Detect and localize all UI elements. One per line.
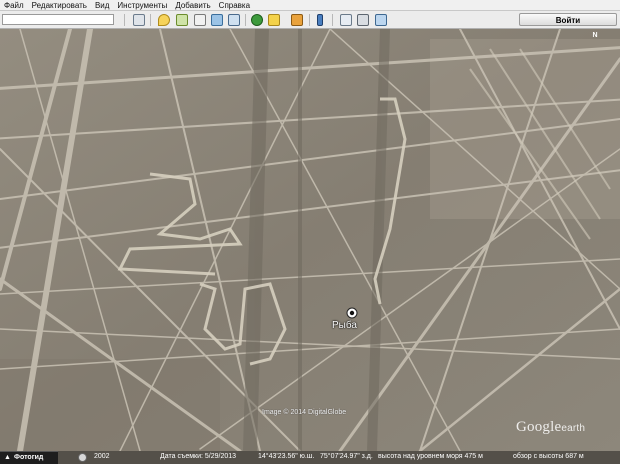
tour-icon[interactable] xyxy=(228,14,240,26)
photo-tour-label: Фотогид xyxy=(14,454,44,461)
status-bar: 2002 Дата съемки: 5/29/2013 14°43'23.56"… xyxy=(0,451,620,464)
menu-tools[interactable]: Инструменты xyxy=(113,0,171,11)
satellite-imagery xyxy=(0,29,620,451)
map-view[interactable] xyxy=(0,29,620,451)
toolbar: Войти xyxy=(0,11,620,29)
toolbar-separator xyxy=(309,14,310,26)
toolbar-separator xyxy=(332,14,333,26)
historical-year[interactable]: 2002 xyxy=(94,453,110,460)
toolbar-separator xyxy=(124,14,125,26)
toolbar-separator xyxy=(245,14,246,26)
photo-tour-tab[interactable]: ▲ Фотогид xyxy=(0,451,58,464)
image-overlay-icon[interactable] xyxy=(211,14,223,26)
placemark-icon[interactable] xyxy=(158,14,170,26)
google-earth-logo: Googleearth xyxy=(516,419,585,436)
imagery-credit: Image © 2014 DigitalGlobe xyxy=(262,409,347,416)
elevation-readout: высота над уровнем моря 475 м xyxy=(378,453,483,460)
menu-view[interactable]: Вид xyxy=(91,0,113,11)
placemark-pin-icon[interactable] xyxy=(346,307,358,319)
print-icon[interactable] xyxy=(357,14,369,26)
polygon-icon[interactable] xyxy=(176,14,188,26)
historical-imagery-clock-icon[interactable] xyxy=(78,453,87,462)
email-icon[interactable] xyxy=(340,14,352,26)
longitude-readout: 75°07'24.97" з.д. xyxy=(320,453,373,460)
sun-icon[interactable] xyxy=(268,14,280,26)
capture-date: Дата съемки: 5/29/2013 xyxy=(160,453,237,460)
planets-icon[interactable] xyxy=(291,14,303,26)
sidebar-icon[interactable] xyxy=(133,14,145,26)
latitude-readout: 14°43'23.56" ю.ш. xyxy=(258,453,315,460)
toolbar-separator xyxy=(150,14,151,26)
login-button[interactable]: Войти xyxy=(519,13,617,26)
logo-earth-text: earth xyxy=(561,423,586,434)
eye-altitude-readout: обзор с высоты 687 м xyxy=(513,453,584,460)
menu-edit[interactable]: Редактировать xyxy=(28,0,91,11)
expand-up-icon: ▲ xyxy=(4,454,11,461)
historical-imagery-icon[interactable] xyxy=(251,14,263,26)
menu-help[interactable]: Справка xyxy=(215,0,254,11)
view-in-maps-icon[interactable] xyxy=(375,14,387,26)
path-icon[interactable] xyxy=(194,14,206,26)
compass-north-icon[interactable]: N xyxy=(590,31,600,41)
placemark-label[interactable]: Рыба xyxy=(332,320,357,331)
menu-bar: Файл Редактировать Вид Инструменты Добав… xyxy=(0,0,620,11)
menu-file[interactable]: Файл xyxy=(0,0,28,11)
ruler-icon[interactable] xyxy=(317,14,323,26)
search-input[interactable] xyxy=(2,14,114,25)
logo-google-text: Google xyxy=(516,419,562,435)
menu-add[interactable]: Добавить xyxy=(171,0,214,11)
